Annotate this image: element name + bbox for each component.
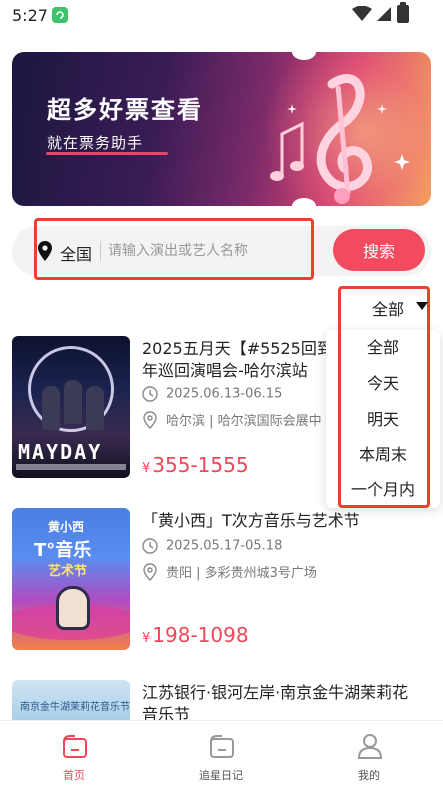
filter-option-all[interactable]: 全部 [326,336,440,360]
event-date: 2025.05.17-05.18 [142,538,282,554]
event-venue-text: 哈尔滨 | 哈尔滨国际会展中 [166,414,322,429]
event-date: 2025.06.13-06.15 [142,386,282,402]
date-filter-selected[interactable]: 全部 [372,296,404,320]
event-poster[interactable]: 黄小西 T°音乐 艺术节 [12,508,130,650]
nav-diary[interactable]: 追星日记 [171,721,271,788]
search-highlight-box [34,218,314,280]
music-note-icon [270,74,410,204]
poster-mascot [56,586,90,630]
event-poster[interactable]: MAYDAY [12,336,130,478]
poster-title: T°音乐 [34,540,92,561]
filter-option-weekend[interactable]: 本周末 [326,443,440,467]
app-notification-icon [52,7,68,23]
poster-title: MAYDAY [18,440,103,464]
currency-symbol: ¥ [142,631,151,646]
filter-option-tomorrow[interactable]: 明天 [326,408,440,432]
poster-figure [64,380,82,424]
signal-icon [377,7,391,21]
event-title-line: 江苏银行·银河左岸·南京金牛湖茉莉花 [142,683,409,702]
clock-icon [142,538,158,554]
event-venue: 哈尔滨 | 哈尔滨国际会展中 [142,410,322,429]
promo-banner[interactable]: 超多好票查看 就在票务助手 [12,52,431,206]
event-poster[interactable]: 南京金牛湖茉莉花音乐节 [12,680,130,720]
price-range: 355-1555 [152,453,249,477]
date-filter-dropdown: 全部 今天 明天 本周末 一个月内 [326,330,440,508]
poster-caption [16,464,126,470]
location-icon [143,410,157,429]
folder-icon [210,735,234,758]
battery-icon [397,2,409,23]
event-price: ¥198-1098 [142,623,249,647]
clock-icon [142,386,158,402]
search-button[interactable]: 搜索 [333,229,425,271]
wifi-icon [352,6,372,21]
event-price: ¥355-1555 [142,453,249,477]
event-date-text: 2025.06.13-06.15 [166,386,283,402]
currency-symbol: ¥ [142,461,151,476]
banner-title: 超多好票查看 [47,96,203,124]
caret-down-icon[interactable] [416,302,428,310]
banner-underline [46,152,168,155]
poster-title: 南京金牛湖茉莉花音乐节 [20,702,130,713]
banner-subtitle: 就在票务助手 [47,134,144,152]
poster-figure [42,386,60,430]
status-time: 5:27 [12,6,48,25]
user-icon [357,734,383,759]
event-date-text: 2025.05.17-05.18 [166,538,283,554]
nav-home[interactable]: 首页 [24,721,124,788]
poster-figure [86,386,104,430]
filter-option-today[interactable]: 今天 [326,372,440,396]
event-venue: 贵阳 | 多彩贵州城3号广场 [142,562,317,581]
filter-option-month[interactable]: 一个月内 [326,478,440,502]
event-venue-text: 贵阳 | 多彩贵州城3号广场 [166,566,317,581]
nav-profile-label: 我的 [358,769,380,782]
status-bar: 5:27 [0,0,443,32]
poster-title: 艺术节 [48,564,88,579]
nav-profile[interactable]: 我的 [319,721,419,788]
bottom-nav: 首页 追星日记 我的 [0,720,443,788]
location-icon [143,562,157,581]
nav-diary-label: 追星日记 [199,769,243,782]
nav-home-label: 首页 [63,769,85,782]
price-range: 198-1098 [152,623,249,647]
home-icon [63,735,87,758]
poster-title: 黄小西 [48,520,85,534]
event-title[interactable]: 「黄小西」T次方音乐与艺术节 [142,510,432,532]
